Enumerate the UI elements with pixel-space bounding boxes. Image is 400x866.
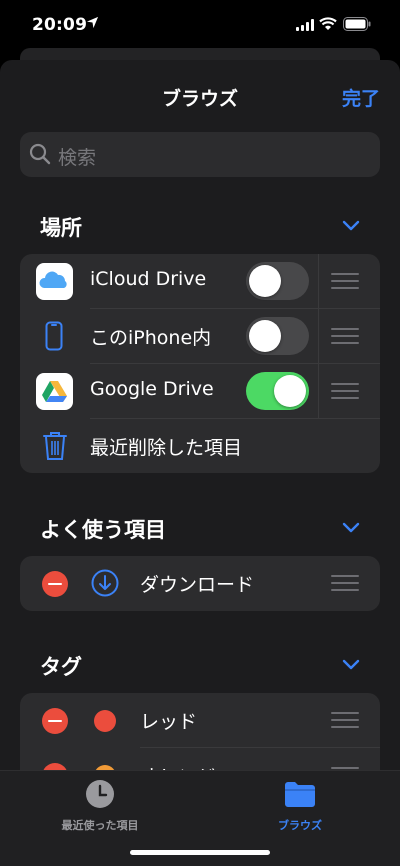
iphone-icon [45,321,63,351]
location-label: このiPhone内 [90,327,212,349]
tag-label: レッド [140,711,198,733]
location-row-recently-deleted[interactable]: 最近削除した項目 [20,419,380,473]
wifi-icon [319,17,337,30]
reorder-handle-icon[interactable] [331,575,359,596]
tab-recents-label: 最近使った項目 [61,819,139,832]
favorites-header: よく使う項目 [40,518,166,542]
chevron-down-icon[interactable] [342,659,360,671]
folder-icon [285,782,315,807]
tag-color-dot-icon [94,710,116,732]
location-arrow-icon [86,16,99,29]
battery-icon [343,17,371,31]
favorite-label: ダウンロード [140,574,255,596]
status-bar: 20:09 [0,0,400,52]
favorites-list: ダウンロード [20,556,380,611]
locations-list: iCloud Drive このiPhone内 Google Drive 最近削除… [20,254,380,473]
clock-icon [86,780,114,808]
icloud-toggle[interactable] [246,262,309,300]
google-drive-icon [36,373,73,410]
icloud-icon [36,263,73,300]
locations-header: 場所 [40,216,82,240]
tag-row-red[interactable]: レッド [20,693,380,748]
download-icon [91,569,119,597]
search-icon [29,143,51,165]
reorder-handle-icon[interactable] [331,712,359,733]
tags-header: タグ [40,655,82,679]
location-row-iphone[interactable]: このiPhone内 [20,309,380,364]
sheet-title: ブラウズ [161,88,238,110]
iphone-toggle[interactable] [246,317,309,355]
reorder-handle-icon[interactable] [331,328,359,349]
favorite-row-downloads[interactable]: ダウンロード [20,556,380,611]
home-indicator[interactable] [130,850,270,855]
status-time: 20:09 [32,15,88,35]
search-field[interactable]: 検索 [20,132,380,177]
tab-recents[interactable]: 最近使った項目 [30,779,170,833]
chevron-down-icon[interactable] [342,522,360,534]
location-label: Google Drive [90,378,214,400]
reorder-handle-icon[interactable] [331,383,359,404]
done-button[interactable]: 完了 [342,84,380,111]
location-row-google-drive[interactable]: Google Drive [20,364,380,419]
remove-tag-icon[interactable] [42,708,68,734]
google-drive-toggle[interactable] [246,372,309,410]
cellular-signal-icon [296,19,314,31]
trash-icon [43,432,67,460]
search-placeholder: 検索 [58,147,97,169]
remove-favorite-icon[interactable] [42,571,68,597]
tab-browse[interactable]: ブラウズ [230,779,370,833]
location-label: iCloud Drive [90,268,207,290]
reorder-handle-icon[interactable] [331,273,359,294]
location-label: 最近削除した項目 [90,437,243,459]
browse-sheet: ブラウズ 完了 検索 場所 iCloud Drive このiPhone内 Goo… [0,60,400,866]
tab-browse-label: ブラウズ [278,819,322,832]
chevron-down-icon[interactable] [342,220,360,232]
location-row-icloud[interactable]: iCloud Drive [20,254,380,309]
